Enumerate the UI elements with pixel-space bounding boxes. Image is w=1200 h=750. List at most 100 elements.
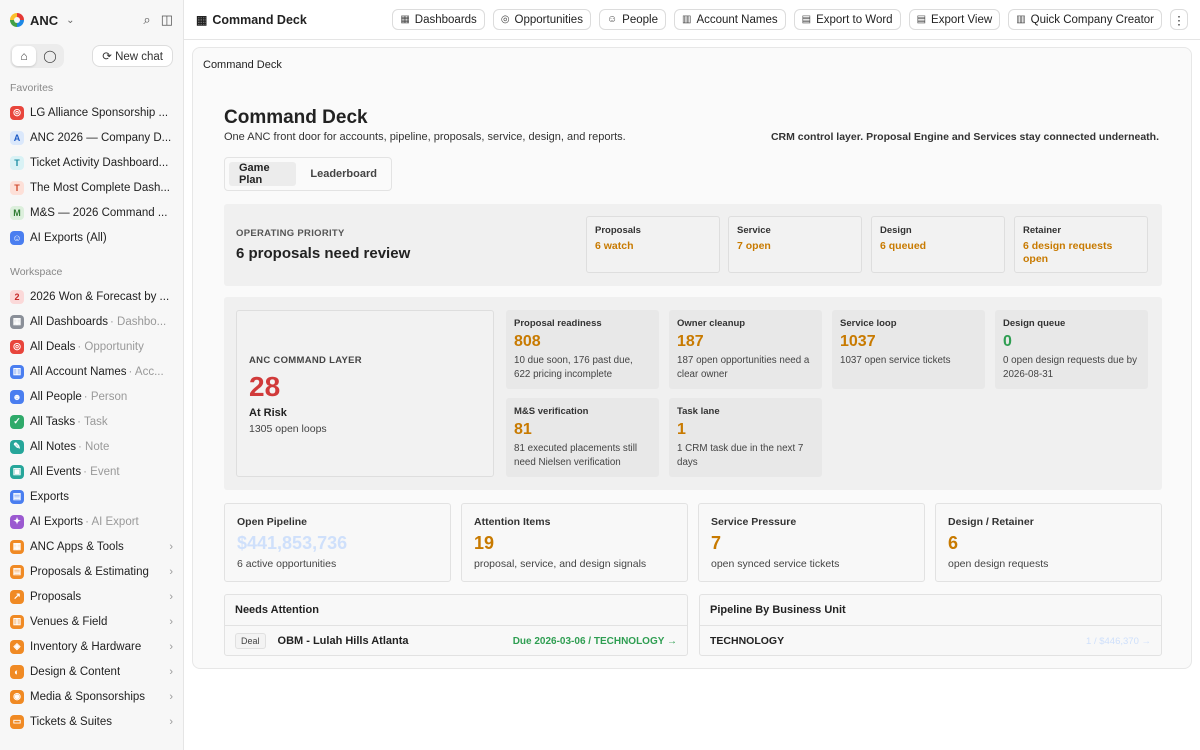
sidebar-item-inventory-hardware[interactable]: ◈ Inventory & Hardware › xyxy=(0,634,183,659)
sidebar-item-exports[interactable]: ▤ Exports xyxy=(0,484,183,509)
chevron-right-icon[interactable]: › xyxy=(169,691,173,703)
sidebar-item-design-content[interactable]: ◐ Design & Content › xyxy=(0,659,183,684)
sidebar-item-tickets-suites[interactable]: ▭ Tickets & Suites › xyxy=(0,709,183,734)
list-item[interactable]: TECHNOLOGY 1 / $446,370 → xyxy=(700,626,1161,655)
design-card[interactable]: Design 6 queued xyxy=(871,216,1005,273)
target-icon: ◎ xyxy=(10,105,24,120)
home-icon[interactable]: ⌂ xyxy=(12,46,36,66)
card-label: Service xyxy=(737,225,771,236)
sidebar-item-people[interactable]: ☻ All People · Person xyxy=(0,384,183,409)
command-layer-section: ANC COMMAND LAYER 28 At Risk 1305 open l… xyxy=(224,297,1162,490)
card-desc: 10 due soon, 176 past due, 622 pricing i… xyxy=(514,355,633,380)
quick-company-creator-button[interactable]: ▥ Quick Company Creator xyxy=(1008,9,1162,30)
view-switcher: ⌂ ◯ xyxy=(10,44,64,68)
tab-game-plan[interactable]: Game Plan xyxy=(229,162,297,186)
account-names-button[interactable]: ▥ Account Names xyxy=(673,9,786,30)
sidebar-item-label: ANC Apps & Tools xyxy=(30,540,124,553)
favorite-item[interactable]: ☺ AI Exports (All) xyxy=(0,225,183,250)
new-chat-button[interactable]: ⟳ New chat xyxy=(92,45,173,67)
favorite-item[interactable]: A ANC 2026 — Company D... xyxy=(0,125,183,150)
chevron-right-icon[interactable]: › xyxy=(169,641,173,653)
owner-cleanup-card[interactable]: Owner cleanup 187 187 open opportunities n… xyxy=(669,310,822,389)
card-desc: 1 CRM task due in the next 7 days xyxy=(677,443,804,468)
sidebar-item-won-forecast[interactable]: 2 2026 Won & Forecast by ... xyxy=(0,284,183,309)
robot-icon: ☺ xyxy=(10,230,24,245)
sidebar-item-events[interactable]: ▣ All Events · Event xyxy=(0,459,183,484)
page-note: CRM control layer. Proposal Engine and S… xyxy=(770,131,1159,143)
sidebar-item-type: · Acc... xyxy=(128,365,164,378)
favorite-item[interactable]: T Ticket Activity Dashboard... xyxy=(0,150,183,175)
list-item[interactable]: Deal OBM - Lulah Hills Atlanta Due 2026-… xyxy=(225,626,687,655)
sidebar-item-dashboards[interactable]: ▦ All Dashboards · Dashbo... xyxy=(0,309,183,334)
favorite-item[interactable]: ◎ LG Alliance Sponsorship ... xyxy=(0,100,183,125)
sidebar-item-ai-exports[interactable]: ✦ AI Exports · AI Export xyxy=(0,509,183,534)
service-card[interactable]: Service 7 open xyxy=(728,216,862,273)
sidebar-item-type: · Event xyxy=(83,465,120,478)
chevron-right-icon[interactable]: › xyxy=(169,616,173,628)
sidebar-item-accounts[interactable]: ▥ All Account Names · Acc... xyxy=(0,359,183,384)
pipeline-by-business-unit-list: Pipeline By Business Unit TECHNOLOGY 1 /… xyxy=(699,594,1162,656)
favorite-label: Ticket Activity Dashboard... xyxy=(30,156,169,169)
card-label: Task lane xyxy=(677,406,720,417)
needs-attention-title: Needs Attention xyxy=(225,595,687,626)
attention-items-stat[interactable]: Attention Items 19 proposal, service, and … xyxy=(461,503,688,582)
card-value: 6 watch xyxy=(595,240,634,252)
sidebar-item-tasks[interactable]: ✓ All Tasks · Task xyxy=(0,409,183,434)
sidebar-item-proposals[interactable]: ↗ Proposals › xyxy=(0,584,183,609)
favorite-item[interactable]: M M&S — 2026 Command ... xyxy=(0,200,183,225)
sidebar-item-notes[interactable]: ✎ All Notes · Note xyxy=(0,434,183,459)
card-desc: 187 open opportunities need a clear owne… xyxy=(677,355,810,380)
design-retainer-stat[interactable]: Design / Retainer 6 open design requests xyxy=(935,503,1162,582)
open-pipeline-stat[interactable]: Open Pipeline $441,853,736 6 active opport… xyxy=(224,503,451,582)
ai-export-icon: ✦ xyxy=(10,514,24,529)
chevron-right-icon[interactable]: › xyxy=(169,541,173,553)
sidebar-item-label: All Account Names xyxy=(30,365,127,378)
chevron-right-icon[interactable]: › xyxy=(169,591,173,603)
proposals-card[interactable]: Proposals 6 watch xyxy=(586,216,720,273)
business-unit-value[interactable]: 1 / $446,370 → xyxy=(1086,636,1151,647)
sidebar-item-type: · Opportunity xyxy=(77,340,144,353)
service-pressure-stat[interactable]: Service Pressure 7 open synced service tic… xyxy=(698,503,925,582)
person-icon: ☺ xyxy=(606,14,618,25)
export-view-button[interactable]: ▤ Export View xyxy=(908,9,1001,30)
tab-leaderboard[interactable]: Leaderboard xyxy=(300,162,387,186)
chevron-right-icon[interactable]: › xyxy=(169,666,173,678)
proposal-readiness-card[interactable]: Proposal readiness 808 10 due soon, 176 pa… xyxy=(506,310,659,389)
card-value: 81 xyxy=(514,421,532,438)
chevron-right-icon[interactable]: › xyxy=(169,566,173,578)
more-options-icon[interactable]: ⋮ xyxy=(1170,9,1188,30)
clipboard-icon: ▤ xyxy=(10,564,24,579)
sidebar-item-media-sponsorships[interactable]: ◉ Media & Sponsorships › xyxy=(0,684,183,709)
dashboards-button[interactable]: ▦ Dashboards xyxy=(392,9,485,30)
chevron-right-icon[interactable]: › xyxy=(169,716,173,728)
sidebar-toggle-icon[interactable]: ◫ xyxy=(161,12,173,28)
sidebar-item-apps-tools[interactable]: ▦ ANC Apps & Tools › xyxy=(0,534,183,559)
command-layer-status: At Risk xyxy=(249,407,287,419)
opportunities-button[interactable]: ◎ Opportunities xyxy=(492,9,591,30)
people-button[interactable]: ☺ People xyxy=(598,9,666,30)
sidebar-item-proposals-estimating[interactable]: ▤ Proposals & Estimating › xyxy=(0,559,183,584)
service-loop-card[interactable]: Service loop 1037 1037 open service ticket… xyxy=(832,310,985,389)
chevron-down-icon[interactable]: ⌄ xyxy=(66,15,74,26)
favorite-label: The Most Complete Dash... xyxy=(30,181,170,194)
search-icon[interactable]: ⌕ xyxy=(143,12,150,28)
stat-label: Open Pipeline xyxy=(237,516,308,528)
stat-label: Service Pressure xyxy=(711,516,797,528)
sidebar-item-type: · Person xyxy=(83,390,128,403)
sidebar-item-deals[interactable]: ◎ All Deals · Opportunity xyxy=(0,334,183,359)
sidebar-item-venues-field[interactable]: ▥ Venues & Field › xyxy=(0,609,183,634)
needs-attention-list: Needs Attention Deal OBM - Lulah Hills A… xyxy=(224,594,688,656)
task-lane-card[interactable]: Task lane 1 1 CRM task due in the next 7 d… xyxy=(669,398,822,477)
due-link[interactable]: Due 2026-03-06 / TECHNOLOGY → xyxy=(513,636,677,647)
favorite-item[interactable]: T The Most Complete Dash... xyxy=(0,175,183,200)
workspace-name[interactable]: ANC xyxy=(30,13,58,28)
design-queue-card[interactable]: Design queue 0 0 open design requests due … xyxy=(995,310,1148,389)
retainer-card[interactable]: Retainer 6 design requests open xyxy=(1014,216,1148,273)
export-to-word-button[interactable]: ▤ Export to Word xyxy=(793,9,901,30)
document-icon: ▤ xyxy=(801,14,812,25)
ms-verification-card[interactable]: M&S verification 81 81 executed placements… xyxy=(506,398,659,477)
chat-icon[interactable]: ◯ xyxy=(38,46,62,66)
sidebar-item-label: Design & Content xyxy=(30,665,121,678)
sidebar-item-label: Tickets & Suites xyxy=(30,715,113,728)
record-name[interactable]: OBM - Lulah Hills Atlanta xyxy=(278,635,409,647)
